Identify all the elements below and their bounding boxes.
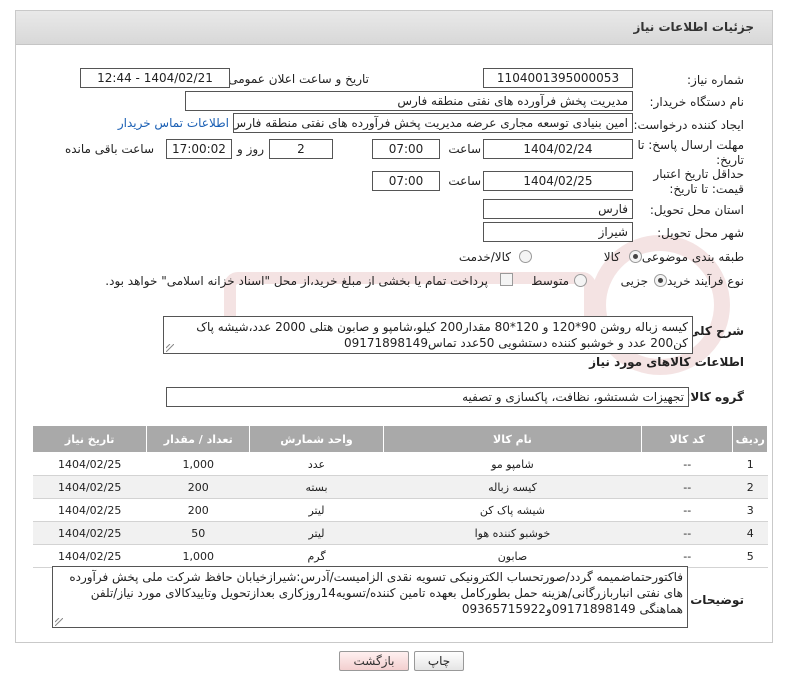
row-number: 2 — [732, 475, 768, 499]
need-number-field: 1104001395000053 — [483, 68, 633, 88]
validity-date-field: 1404/02/25 — [483, 171, 633, 191]
deadline-label: مهلت ارسال پاسخ: تا تاریخ: — [637, 138, 744, 167]
item-unit: گرم — [249, 544, 384, 568]
item-date: 1404/02/25 — [32, 452, 147, 476]
col-header-code: کد کالا — [641, 425, 734, 453]
item-unit: عدد — [249, 452, 384, 476]
item-date: 1404/02/25 — [32, 475, 147, 499]
item-date: 1404/02/25 — [32, 544, 147, 568]
announce-label: تاریخ و ساعت اعلان عمومی: — [224, 72, 369, 86]
item-qty: 200 — [146, 498, 250, 522]
days-field: 2 — [269, 139, 333, 159]
buyer-notes-text: فاکتورحتماضمیمه گردد/صورتحساب الکترونیکی… — [69, 570, 683, 616]
creator-field: امین بنیادی توسعه مجاری عرضه مدیریت پخش … — [233, 113, 633, 133]
item-unit: لیتر — [249, 498, 384, 522]
page-title: جزئیات اطلاعات نیاز — [633, 20, 754, 34]
remaining-time-field: 17:00:02 — [166, 139, 232, 159]
goods-group-label: گروه کالا: — [685, 390, 744, 404]
item-code: -- — [641, 475, 733, 499]
row-number: 4 — [732, 521, 768, 545]
item-unit: لیتر — [249, 521, 384, 545]
item-date: 1404/02/25 — [32, 498, 147, 522]
table-row: 4 -- خوشبو کننده هوا لیتر 50 1404/02/25 — [32, 521, 768, 545]
item-code: -- — [641, 452, 733, 476]
remaining-label: ساعت باقی مانده — [64, 142, 154, 156]
item-code: -- — [641, 498, 733, 522]
table-row: 2 -- کیسه زباله بسته 200 1404/02/25 — [32, 475, 768, 499]
goods-section-title: اطلاعات کالاهای مورد نیاز — [589, 355, 744, 369]
treasury-payment-checkbox[interactable] — [500, 273, 513, 286]
deadline-time-field: 07:00 — [372, 139, 440, 159]
item-name: کیسه زباله — [383, 475, 642, 499]
category-label: طبقه بندی موضوعی: — [637, 250, 744, 264]
process-option-medium: متوسط — [531, 274, 569, 288]
buyer-notes-field: فاکتورحتماضمیمه گردد/صورتحساب الکترونیکی… — [52, 566, 688, 628]
announce-datetime-field: 1404/02/21 - 12:44 — [80, 68, 230, 88]
deadline-date-field: 1404/02/24 — [483, 139, 633, 159]
need-number-label: شماره نیاز: — [687, 73, 744, 87]
buyer-contact-link[interactable]: اطلاعات تماس خریدار — [118, 116, 229, 130]
col-header-name: نام کالا — [382, 425, 643, 453]
item-name: صابون — [383, 544, 642, 568]
item-date: 1404/02/25 — [32, 521, 147, 545]
category-radio-goods[interactable] — [629, 250, 642, 263]
category-radio-goods-service[interactable] — [519, 250, 532, 263]
back-button[interactable]: بازگشت — [339, 651, 409, 671]
panel-header: جزئیات اطلاعات نیاز — [16, 11, 772, 45]
item-code: -- — [641, 521, 733, 545]
item-qty: 50 — [146, 521, 250, 545]
row-number: 5 — [732, 544, 768, 568]
row-number: 1 — [732, 452, 768, 476]
category-option-goods-service: کالا/خدمت — [458, 250, 511, 264]
process-radio-partial[interactable] — [654, 274, 667, 287]
buyer-label: نام دستگاه خریدار: — [649, 95, 745, 109]
process-radio-medium[interactable] — [574, 274, 587, 287]
table-row: 1 -- شامپو مو عدد 1,000 1404/02/25 — [32, 452, 768, 476]
resize-handle-icon[interactable] — [166, 344, 174, 352]
col-header-unit: واحد شمارش — [249, 425, 384, 453]
resize-handle-icon[interactable] — [55, 618, 63, 626]
col-header-qty: تعداد / مقدار — [146, 425, 251, 453]
item-name: شیشه پاک کن — [383, 498, 642, 522]
row-number: 3 — [732, 498, 768, 522]
creator-label: ایجاد کننده درخواست: — [633, 118, 744, 132]
province-field: فارس — [483, 199, 633, 219]
buyer-field: مدیریت پخش فرآورده های نفتی منطقه فارس — [185, 91, 633, 111]
item-code: -- — [641, 544, 733, 568]
col-header-row: ردیف — [732, 425, 768, 453]
days-label: روز و — [237, 142, 264, 156]
print-button[interactable]: چاپ — [414, 651, 464, 671]
process-label: نوع فرآیند خرید : — [659, 274, 744, 288]
item-qty: 1,000 — [146, 452, 250, 476]
validity-label: حداقل تاریخ اعتبار قیمت: تا تاریخ: — [653, 167, 744, 196]
deadline-time-label: ساعت — [448, 142, 481, 156]
treasury-payment-note: پرداخت تمام یا بخشی از مبلغ خرید،از محل … — [105, 274, 488, 288]
goods-table: ردیف کد کالا نام کالا واحد شمارش تعداد /… — [31, 425, 768, 568]
city-field: شیراز — [483, 222, 633, 242]
item-unit: بسته — [249, 475, 384, 499]
category-option-goods: کالا — [603, 250, 620, 264]
province-label: استان محل تحویل: — [649, 203, 744, 217]
table-row: 5 -- صابون گرم 1,000 1404/02/25 — [32, 544, 768, 568]
item-qty: 200 — [146, 475, 250, 499]
col-header-date: تاریخ نیاز — [31, 425, 148, 453]
validity-time-field: 07:00 — [372, 171, 440, 191]
table-row: 3 -- شیشه پاک کن لیتر 200 1404/02/25 — [32, 498, 768, 522]
item-name: خوشبو کننده هوا — [383, 521, 642, 545]
item-qty: 1,000 — [146, 544, 250, 568]
description-field: کیسه زباله روشن 90*120 و 120*80 مقدار200… — [163, 316, 693, 354]
process-option-partial: جزیی — [620, 274, 648, 288]
goods-group-field: تجهیزات شستشو، نظافت، پاکسازی و تصفیه — [166, 387, 689, 407]
validity-time-label: ساعت — [448, 174, 481, 188]
item-name: شامپو مو — [383, 452, 642, 476]
description-text: کیسه زباله روشن 90*120 و 120*80 مقدار200… — [196, 320, 688, 350]
city-label: شهر محل تحویل: — [657, 226, 744, 240]
